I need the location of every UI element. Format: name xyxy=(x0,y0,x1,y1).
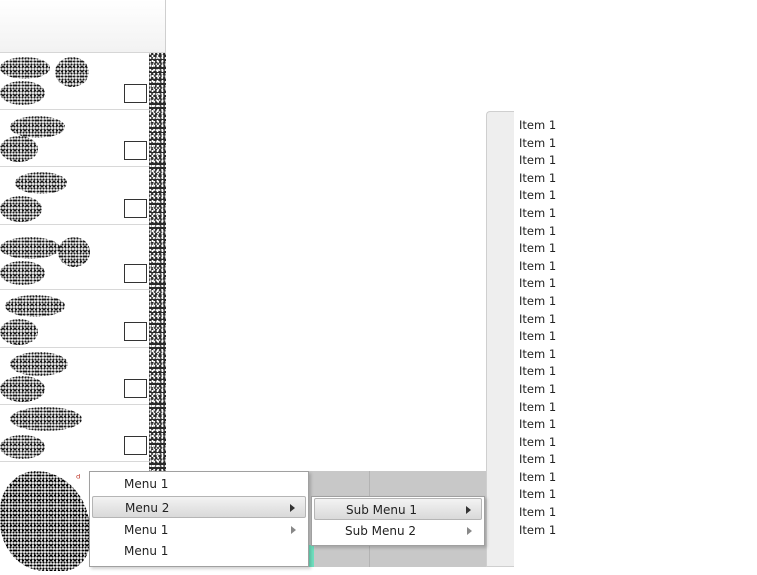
thumbnail-checkbox[interactable] xyxy=(124,436,147,455)
submenu-arrow-icon xyxy=(290,504,295,512)
thumbnail-row[interactable] xyxy=(0,233,149,290)
thumbnail-row[interactable] xyxy=(0,168,149,225)
list-item[interactable]: Item 1 xyxy=(519,187,579,205)
thumbnail-partial xyxy=(0,471,90,571)
menu-item-menu-1[interactable]: Menu 1 xyxy=(92,473,306,495)
submenu-item-label: Sub Menu 1 xyxy=(346,503,418,517)
item-list-gutter xyxy=(486,111,514,567)
submenu-item-sub-menu-1[interactable]: Sub Menu 1 xyxy=(314,498,482,520)
thumbnail-checkbox[interactable] xyxy=(124,141,147,160)
list-item[interactable]: Item 1 xyxy=(519,311,579,329)
list-item[interactable]: Item 1 xyxy=(519,416,579,434)
thumbnail-checkbox[interactable] xyxy=(124,199,147,218)
list-item[interactable]: Item 1 xyxy=(519,117,579,135)
submenu-item-sub-menu-2[interactable]: Sub Menu 2 xyxy=(314,520,482,542)
menu-item-label: Menu 1 xyxy=(124,523,169,537)
list-item[interactable]: Item 1 xyxy=(519,363,579,381)
list-item[interactable]: Item 1 xyxy=(519,328,579,346)
list-item[interactable]: Item 1 xyxy=(519,522,579,540)
list-item[interactable]: Item 1 xyxy=(519,258,579,276)
thumbnail-panel-edge xyxy=(149,53,166,471)
thumbnail-checkbox[interactable] xyxy=(124,322,147,341)
list-item[interactable]: Item 1 xyxy=(519,275,579,293)
thumbnail-row[interactable] xyxy=(0,53,149,110)
list-item[interactable]: Item 1 xyxy=(519,223,579,241)
list-item[interactable]: Item 1 xyxy=(519,434,579,452)
list-item[interactable]: Item 1 xyxy=(519,381,579,399)
submenu-item-label: Sub Menu 2 xyxy=(345,524,417,538)
submenu-arrow-icon xyxy=(467,527,472,535)
thumbnail-row[interactable] xyxy=(0,110,149,167)
menu-item-menu-2[interactable]: Menu 2 xyxy=(92,496,306,518)
menu-item-label: Menu 2 xyxy=(125,501,170,515)
thumbnail-row[interactable] xyxy=(0,291,149,348)
context-menu: Menu 1 Menu 2 Menu 1 Menu 1 xyxy=(89,471,309,567)
list-item[interactable]: Item 1 xyxy=(519,135,579,153)
red-mark-icon: ᵈ xyxy=(76,472,81,485)
menu-item-label: Menu 1 xyxy=(124,477,169,491)
thumbnail-checkbox[interactable] xyxy=(124,264,147,283)
thumbnail-panel-header xyxy=(0,0,166,53)
list-item[interactable]: Item 1 xyxy=(519,451,579,469)
thumbnail-row[interactable] xyxy=(0,348,149,405)
thumbnail-checkbox[interactable] xyxy=(124,84,147,103)
menu-item-label: Menu 1 xyxy=(124,544,169,558)
list-item[interactable]: Item 1 xyxy=(519,469,579,487)
submenu-arrow-icon xyxy=(291,526,296,534)
list-item[interactable]: Item 1 xyxy=(519,205,579,223)
menu-item-menu-1-submenu[interactable]: Menu 1 xyxy=(92,519,306,541)
list-item[interactable]: Item 1 xyxy=(519,240,579,258)
list-item[interactable]: Item 1 xyxy=(519,504,579,522)
item-list: Item 1 Item 1 Item 1 Item 1 Item 1 Item 1 Item… xyxy=(519,117,579,539)
submenu-arrow-icon xyxy=(466,506,471,514)
thumbnail-checkbox[interactable] xyxy=(124,379,147,398)
menu-item-menu-1-last[interactable]: Menu 1 xyxy=(92,540,306,562)
list-item[interactable]: Item 1 xyxy=(519,293,579,311)
list-item[interactable]: Item 1 xyxy=(519,399,579,417)
thumbnail-row[interactable] xyxy=(0,405,149,462)
list-item[interactable]: Item 1 xyxy=(519,486,579,504)
list-item[interactable]: Item 1 xyxy=(519,152,579,170)
submenu: Sub Menu 1 Sub Menu 2 xyxy=(311,496,485,546)
list-item[interactable]: Item 1 xyxy=(519,346,579,364)
list-item[interactable]: Item 1 xyxy=(519,170,579,188)
